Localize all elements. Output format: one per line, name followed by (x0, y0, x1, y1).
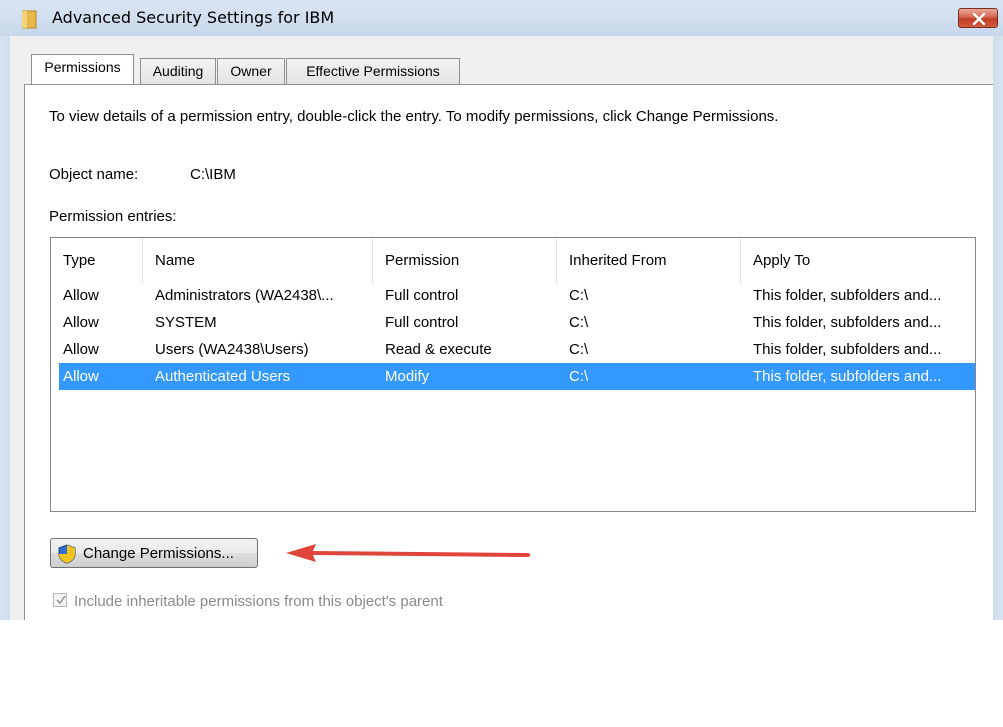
annotation-arrow (282, 699, 532, 727)
tab-permissions[interactable]: Permissions (31, 54, 134, 84)
cell-permission: Full control (385, 287, 459, 304)
column-header-name[interactable]: Name (143, 238, 373, 284)
cell-name: Administrators (WA2438\... (155, 287, 334, 304)
window-title: Advanced Security Settings for IBM (52, 8, 335, 27)
inherit-permissions-checkbox[interactable] (53, 593, 67, 607)
cell-inherited-from: C:\ (569, 368, 589, 385)
cell-inherited-from: C:\ (569, 314, 589, 331)
red-annotation-arrow (286, 544, 530, 562)
cell-permission: Read & execute (385, 341, 492, 358)
tab-auditing[interactable]: Auditing (140, 58, 216, 84)
uac-shield-icon (57, 544, 77, 568)
object-name-label: Object name: (49, 166, 139, 183)
tab-owner[interactable]: Owner (217, 58, 285, 84)
cell-inherited-from: C:\ (569, 341, 589, 358)
close-button[interactable] (958, 8, 998, 28)
column-header-inherited-from[interactable]: Inherited From (557, 238, 741, 284)
tab-effective-permissions[interactable]: Effective Permissions (286, 58, 460, 84)
close-icon (972, 13, 986, 25)
cell-apply-to: This folder, subfolders and... (753, 341, 942, 358)
cell-name: SYSTEM (155, 314, 217, 331)
permission-entries-label: Permission entries: (49, 208, 177, 225)
change-permissions-button[interactable]: Change Permissions... (50, 538, 258, 568)
table-row[interactable]: Allow SYSTEM Full control C:\ This folde… (59, 309, 975, 336)
table-row-selected[interactable]: Allow Authenticated Users Modify C:\ Thi… (59, 363, 975, 390)
column-header-permission[interactable]: Permission (373, 238, 557, 284)
window-frame-left (0, 36, 10, 620)
cell-type: Allow (63, 314, 99, 331)
cell-permission: Full control (385, 314, 459, 331)
cell-inherited-from: C:\ (569, 287, 589, 304)
checkmark-icon (56, 595, 66, 605)
column-header-apply-to[interactable]: Apply To (741, 238, 975, 284)
folder-icon (21, 9, 38, 29)
table-row[interactable]: Allow Administrators (WA2438\... Full co… (59, 282, 975, 309)
list-header: Type Name Permission Inherited From Appl… (51, 238, 975, 284)
window-frame-right (993, 36, 1003, 620)
instructions-text: To view details of a permission entry, d… (49, 108, 779, 125)
permission-entries-list[interactable]: Type Name Permission Inherited From Appl… (50, 237, 976, 512)
object-name-value: C:\IBM (190, 166, 236, 183)
cell-type: Allow (63, 341, 99, 358)
cell-apply-to: This folder, subfolders and... (753, 287, 942, 304)
cell-permission: Modify (385, 368, 430, 385)
cell-apply-to: This folder, subfolders and... (753, 314, 942, 331)
inherit-permissions-label: Include inheritable permissions from thi… (74, 593, 443, 610)
cell-type: Allow (63, 287, 99, 304)
change-permissions-label: Change Permissions... (83, 545, 234, 562)
cell-name: Users (WA2438\Users) (155, 341, 309, 358)
column-header-type[interactable]: Type (51, 238, 143, 284)
cell-apply-to: This folder, subfolders and... (753, 368, 942, 385)
cell-type: Allow (63, 368, 99, 385)
table-row[interactable]: Allow Users (WA2438\Users) Read & execut… (59, 336, 975, 363)
cell-name: Authenticated Users (155, 368, 291, 385)
title-bar: Advanced Security Settings for IBM (0, 0, 1003, 36)
